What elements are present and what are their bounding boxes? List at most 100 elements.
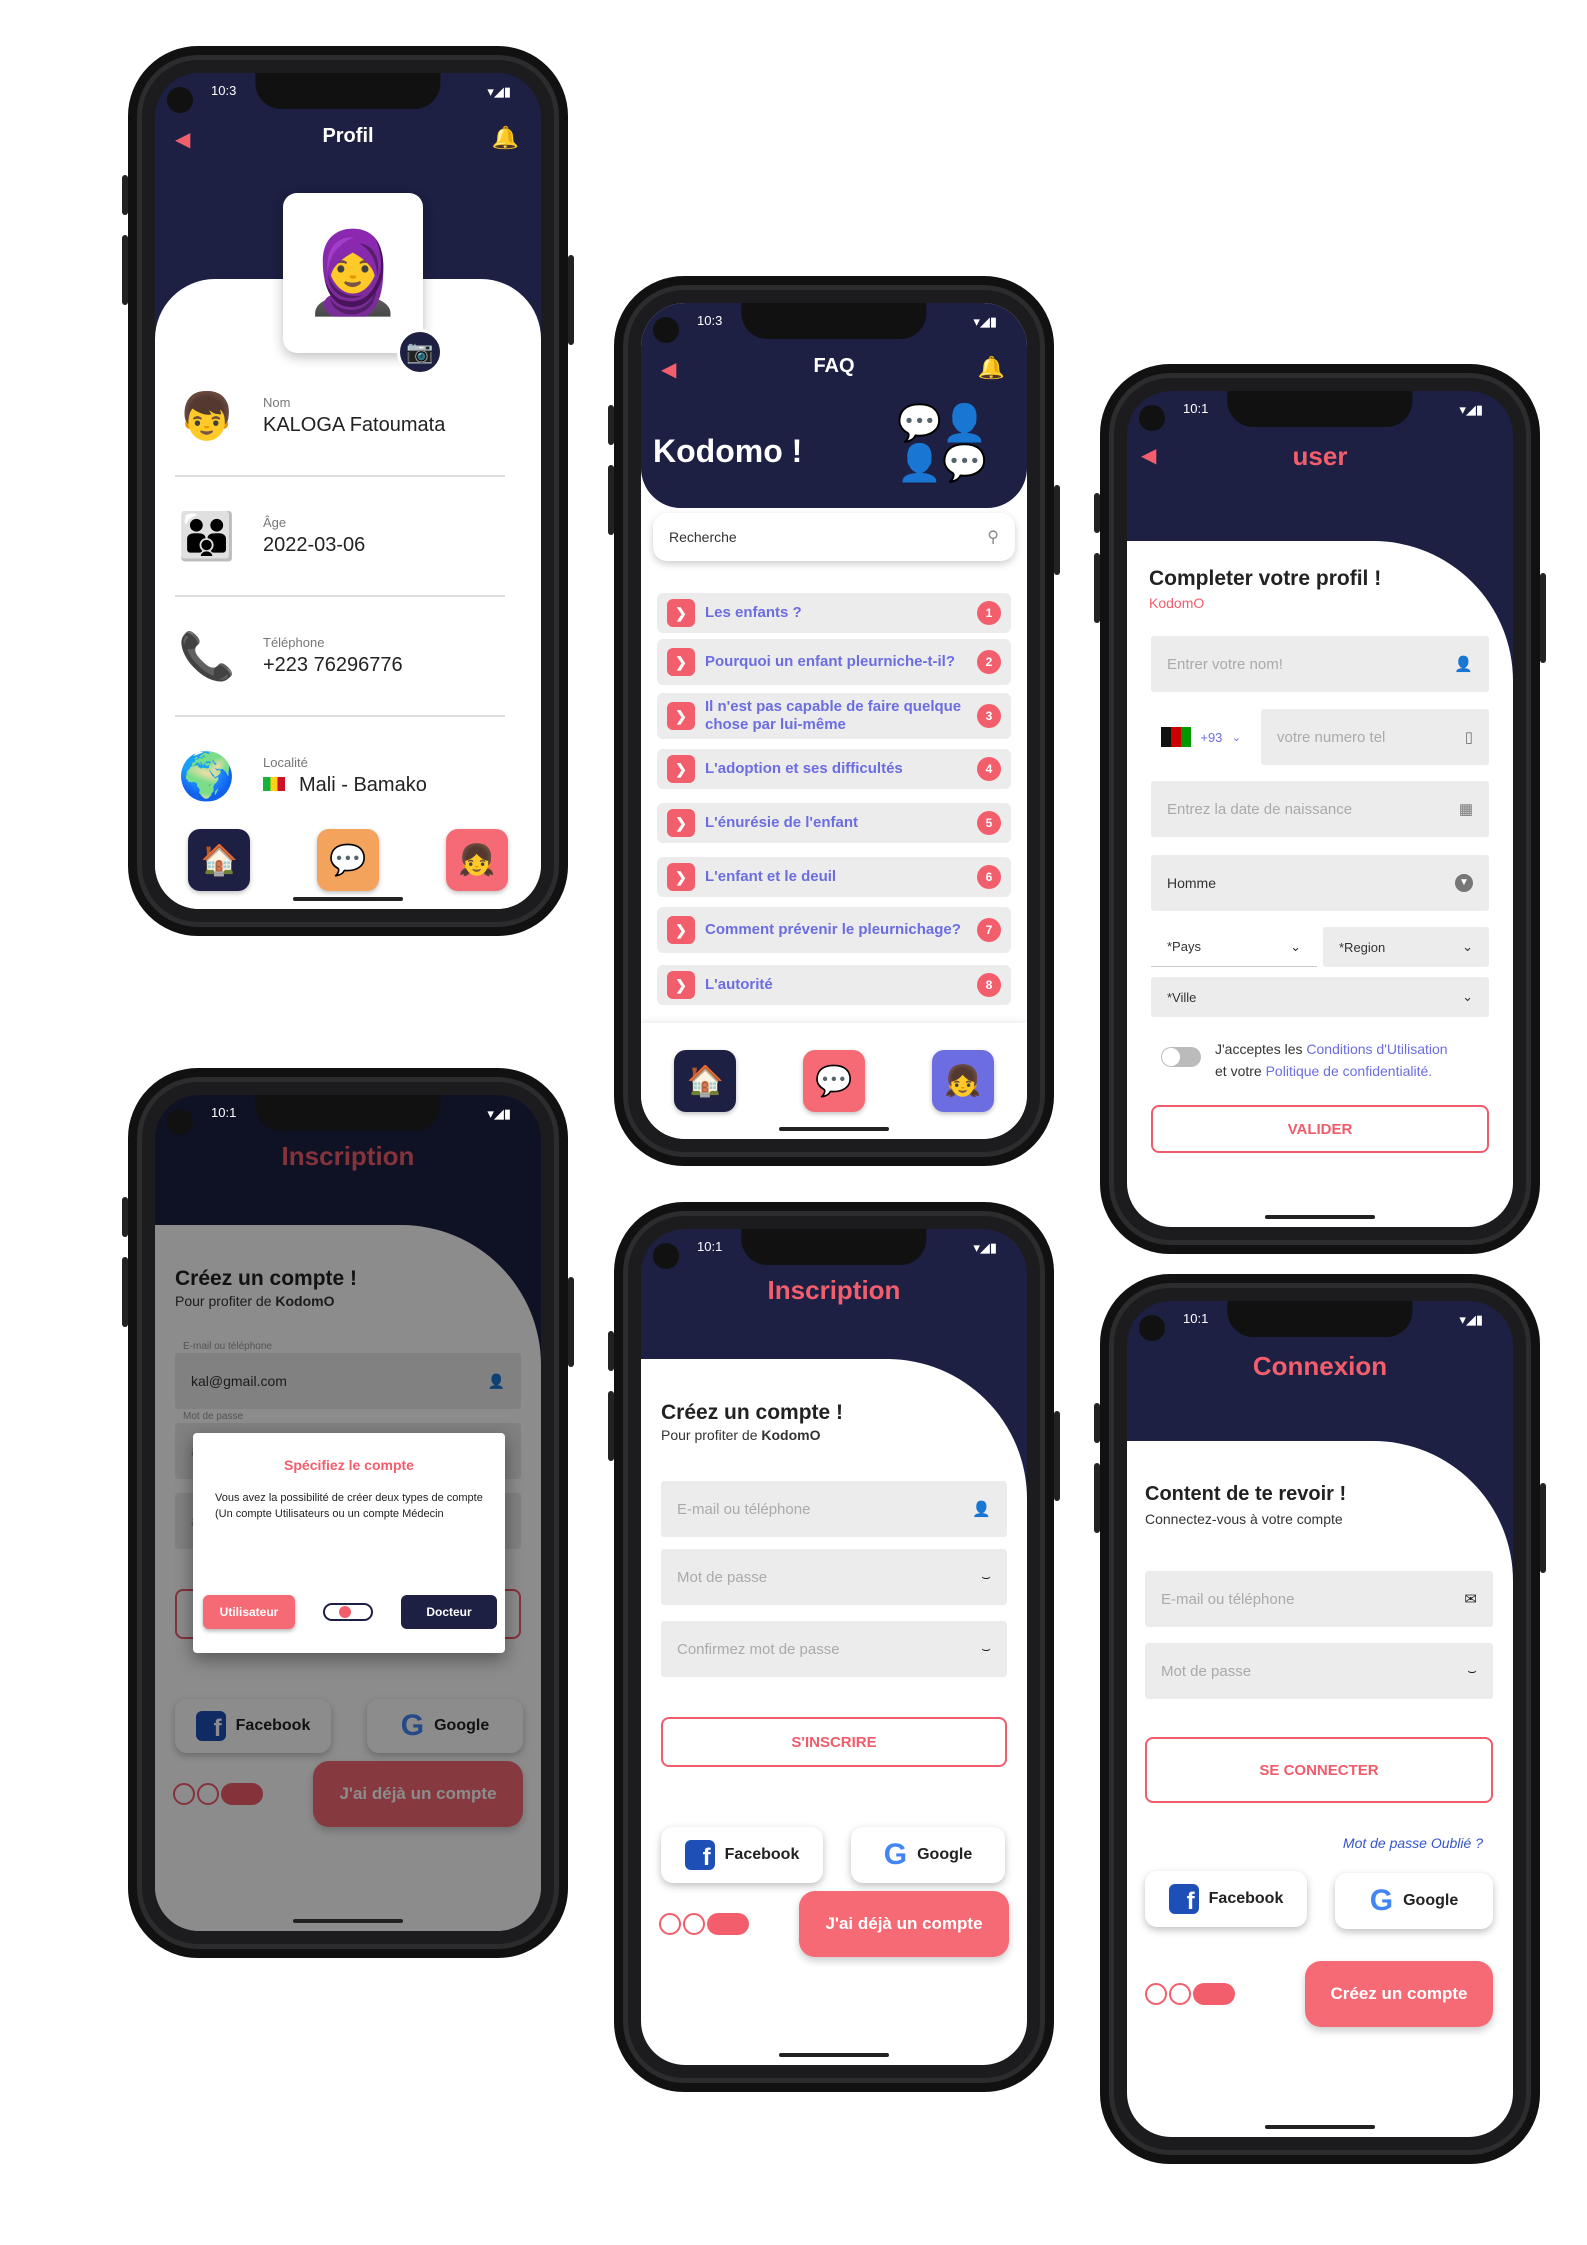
phone-faq: 10:3 ▾◢▮ ◀ FAQ 🔔 Kodomo ! 💬👤 👤💬 Recherche ⚲… — [608, 276, 1060, 1166]
terms-text: J'acceptes les Conditions d'Utilisation e… — [1215, 1039, 1493, 1082]
faq-item-label: L'adoption et ses difficultés — [705, 760, 903, 777]
eye-closed-icon: ⌣ — [1467, 1662, 1477, 1680]
status-bar: 10:1 ▾◢▮ — [211, 1105, 511, 1123]
facebook-button[interactable]: f Facebook — [661, 1827, 823, 1883]
status-icons: ▾◢▮ — [1459, 1312, 1483, 1327]
screen: 10:1 ▾◢▮ Inscription Créez un compte ! Po… — [641, 1229, 1027, 2065]
facebook-icon: f — [684, 1840, 715, 1870]
chevron-right-icon: ❯ — [667, 648, 695, 676]
faq-item-number: 3 — [977, 704, 1001, 728]
gender-select[interactable]: Homme ▼ — [1151, 855, 1489, 911]
home-indicator — [293, 897, 403, 901]
side-button — [1540, 1483, 1546, 1573]
form-subtitle: Pour profiter de KodomO — [661, 1427, 821, 1443]
side-button — [608, 1331, 614, 1371]
page-dot-active — [707, 1913, 749, 1935]
faq-item[interactable]: ❯ Les enfants ? 1 — [657, 593, 1011, 633]
home-indicator — [1265, 2125, 1375, 2129]
email-placeholder: E-mail ou téléphone — [677, 1500, 811, 1518]
terms-text-2: et votre — [1215, 1062, 1266, 1079]
create-account-button[interactable]: Créez un compte — [1305, 1961, 1493, 2027]
faq-item[interactable]: ❯ Il n'est pas capable de faire quelque c… — [657, 693, 1011, 739]
faq-item[interactable]: ❯ L'énurésie de l'enfant 5 — [657, 803, 1011, 843]
validate-button[interactable]: VALIDER — [1151, 1105, 1489, 1153]
faq-item[interactable]: ❯ Pourquoi un enfant pleurniche-t-il? 2 — [657, 639, 1011, 685]
field-value: +223 76296776 — [263, 654, 403, 676]
camera — [167, 87, 193, 113]
home-indicator — [779, 2053, 889, 2057]
facebook-label: Facebook — [724, 1846, 800, 1863]
chevron-right-icon: ❯ — [667, 702, 695, 730]
password-field[interactable]: Mot de passe ⌣ — [1145, 1643, 1493, 1699]
profile-tab-icon[interactable]: 👧 — [445, 829, 508, 891]
toggle-knob — [339, 1606, 351, 1618]
google-button[interactable]: G Google — [1335, 1873, 1493, 1929]
faq-item[interactable]: ❯ L'adoption et ses difficultés 4 — [657, 749, 1011, 789]
status-icons: ▾◢▮ — [973, 314, 997, 329]
faq-item-label: L'autorité — [705, 976, 773, 993]
brand-name: KodomO — [761, 1427, 821, 1443]
terms-toggle[interactable] — [1161, 1047, 1201, 1067]
phone-field[interactable]: votre numero tel ▯ — [1261, 709, 1489, 765]
login-button[interactable]: SE CONNECTER — [1145, 1737, 1493, 1803]
faq-tab-icon[interactable]: 💬 — [802, 1050, 865, 1112]
email-field[interactable]: E-mail ou téléphone ✉ — [1145, 1571, 1493, 1627]
faq-item-label: Comment prévenir le pleurnichage? — [705, 921, 961, 938]
password-field[interactable]: Mot de passe ⌣ — [661, 1549, 1007, 1605]
faq-item-number: 4 — [977, 757, 1001, 781]
person-icon: 👤 — [1454, 656, 1473, 673]
bell-icon[interactable]: 🔔 — [978, 355, 1005, 381]
user-type-button[interactable]: Utilisateur — [203, 1595, 295, 1629]
region-select[interactable]: *Region ⌄ — [1323, 927, 1489, 967]
google-button[interactable]: G Google — [851, 1827, 1005, 1883]
faq-item-number: 7 — [977, 918, 1001, 942]
account-type-toggle[interactable] — [323, 1603, 373, 1621]
faq-item[interactable]: ❯ L'enfant et le deuil 6 — [657, 857, 1011, 897]
chevron-right-icon: ❯ — [667, 809, 695, 837]
email-field[interactable]: E-mail ou téléphone 👤 — [661, 1481, 1007, 1537]
facebook-button[interactable]: f Facebook — [1145, 1871, 1307, 1927]
faq-item[interactable]: ❯ Comment prévenir le pleurnichage? 7 — [657, 907, 1011, 953]
page-dot — [659, 1913, 681, 1935]
name-field[interactable]: Entrer votre nom! 👤 — [1151, 636, 1489, 692]
privacy-link[interactable]: Politique de confidentialité. — [1266, 1063, 1433, 1079]
camera — [1139, 1315, 1165, 1341]
page-dot — [1145, 1983, 1167, 2005]
home-indicator — [293, 1919, 403, 1923]
faq-item[interactable]: ❯ L'autorité 8 — [657, 965, 1011, 1005]
person-icon: 👤 — [972, 1501, 991, 1518]
field-label: Localité — [263, 755, 308, 770]
home-tab-icon[interactable]: 🏠 — [188, 829, 251, 891]
search-placeholder: Recherche — [669, 529, 737, 545]
register-button[interactable]: S'INSCRIRE — [661, 1717, 1007, 1767]
home-tab-icon[interactable]: 🏠 — [674, 1050, 737, 1112]
brand-subtitle: KodomO — [1149, 595, 1205, 611]
search-icon: ⚲ — [987, 529, 999, 546]
faq-tab-icon[interactable]: 💬 — [316, 829, 379, 891]
terms-link[interactable]: Conditions d'Utilisation — [1306, 1041, 1447, 1057]
camera — [653, 1243, 679, 1269]
profile-tab-icon[interactable]: 👧 — [931, 1050, 994, 1112]
side-button — [608, 405, 614, 445]
screen: 10:1 ▾◢▮ ◀ user Completer votre profil ! … — [1127, 391, 1513, 1227]
already-account-button[interactable]: J'ai déjà un compte — [799, 1891, 1009, 1957]
country-select[interactable]: *Pays ⌄ — [1151, 927, 1317, 967]
camera — [167, 1109, 193, 1135]
flag-afghanistan-icon — [1161, 727, 1191, 747]
side-button — [1094, 553, 1100, 623]
search-input[interactable]: Recherche ⚲ — [653, 513, 1015, 561]
mobile-icon: ▯ — [1464, 729, 1473, 746]
country-code-select[interactable]: +93 ⌄ — [1151, 709, 1251, 765]
city-select[interactable]: *Ville ⌄ — [1151, 977, 1489, 1017]
modal-title: Spécifiez le compte — [284, 1457, 414, 1473]
eye-closed-icon: ⌣ — [981, 1568, 991, 1586]
dob-field[interactable]: Entrez la date de naissance ▦ — [1151, 781, 1489, 837]
facebook-label: Facebook — [1208, 1890, 1284, 1907]
status-icons: ▾◢▮ — [973, 1240, 997, 1255]
confirm-password-field[interactable]: Confirmez mot de passe ⌣ — [661, 1621, 1007, 1677]
side-button — [1094, 493, 1100, 533]
bell-icon[interactable]: 🔔 — [492, 125, 519, 151]
forgot-password-link[interactable]: Mot de passe Oublié ? — [1343, 1835, 1483, 1851]
doctor-type-button[interactable]: Docteur — [401, 1595, 497, 1629]
faq-item-number: 5 — [977, 811, 1001, 835]
